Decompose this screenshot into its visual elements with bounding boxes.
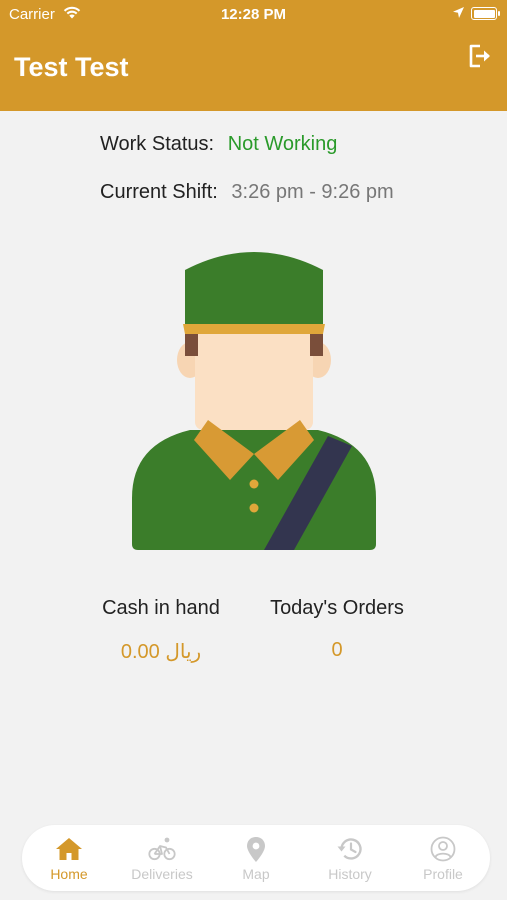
tab-map-label: Map bbox=[242, 866, 270, 882]
logout-icon[interactable] bbox=[466, 42, 494, 70]
location-arrow-icon bbox=[453, 7, 464, 18]
bottom-tab-bar: Home Deliveries Map History Profile bbox=[22, 825, 490, 891]
tab-deliveries[interactable]: Deliveries bbox=[115, 825, 209, 891]
work-status-row: Work Status: Not Working bbox=[100, 133, 337, 156]
work-status-label: Work Status: bbox=[100, 133, 215, 155]
tab-deliveries-label: Deliveries bbox=[131, 866, 193, 882]
tab-history[interactable]: History bbox=[303, 825, 397, 891]
tab-home[interactable]: Home bbox=[22, 825, 116, 891]
todays-orders-value: 0 bbox=[331, 639, 343, 661]
profile-icon bbox=[430, 836, 456, 862]
battery-icon bbox=[471, 7, 500, 20]
tab-profile[interactable]: Profile bbox=[396, 825, 490, 891]
tab-map[interactable]: Map bbox=[209, 825, 303, 891]
current-shift-label: Current Shift: bbox=[100, 181, 218, 203]
todays-orders-label: Today's Orders bbox=[270, 597, 404, 619]
current-shift-row: Current Shift: 3:26 pm - 9:26 pm bbox=[100, 181, 394, 204]
delivery-person-avatar bbox=[132, 252, 376, 550]
tab-home-label: Home bbox=[50, 866, 88, 882]
cash-in-hand-label: Cash in hand bbox=[102, 597, 220, 619]
home-icon bbox=[56, 838, 82, 860]
cash-in-hand-value: 0.00 ريال bbox=[120, 641, 202, 663]
tab-history-label: History bbox=[328, 866, 372, 882]
app-header: Test Test bbox=[0, 30, 507, 111]
tab-profile-label: Profile bbox=[423, 866, 463, 882]
status-bar: Carrier 12:28 PM bbox=[0, 0, 507, 30]
bicycle-icon bbox=[148, 837, 176, 861]
work-status-value: Not Working bbox=[227, 133, 338, 155]
current-shift-value: 3:26 pm - 9:26 pm bbox=[231, 181, 394, 203]
clock: 12:28 PM bbox=[220, 6, 287, 23]
page-title: Test Test bbox=[14, 52, 129, 82]
map-pin-icon bbox=[247, 837, 265, 862]
history-icon bbox=[337, 838, 362, 860]
